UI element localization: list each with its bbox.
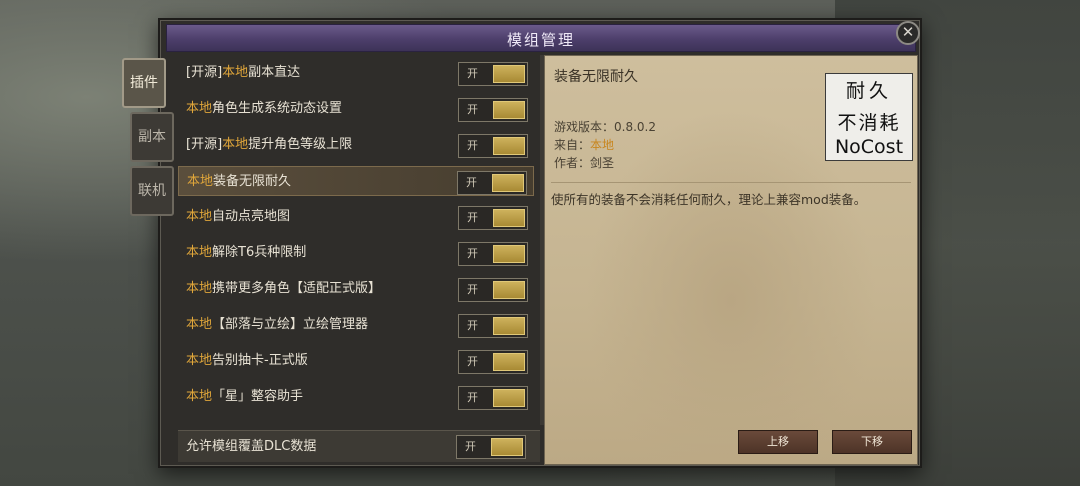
mod-source: 本地	[187, 174, 214, 189]
toggle-knob	[491, 438, 523, 456]
version-value: 0.8.0.2	[614, 120, 656, 134]
mod-row-0[interactable]: [开源]本地副本直达 开	[178, 58, 534, 88]
toggle-knob	[493, 101, 525, 119]
mod-toggle[interactable]: 开	[457, 171, 527, 195]
window-title: 模组管理	[506, 31, 575, 49]
toggle-label: 开	[467, 283, 478, 296]
mod-source: 本地	[186, 353, 213, 368]
toggle-knob	[493, 281, 525, 299]
mod-source: 本地	[186, 281, 213, 296]
toggle-label: 开	[467, 355, 478, 368]
toggle-label: 开	[467, 391, 478, 404]
mod-toggle[interactable]: 开	[458, 62, 528, 86]
mod-name: 携带更多角色【适配正式版】	[212, 281, 382, 296]
mod-name: 装备无限耐久	[213, 174, 292, 189]
mod-name: 「星」整容助手	[212, 389, 304, 404]
mod-name: 自动点亮地图	[212, 209, 291, 224]
mod-name: 解除T6兵种限制	[212, 245, 307, 260]
title-bar: 模组管理	[166, 24, 916, 52]
mod-toggle[interactable]: 开	[458, 134, 528, 158]
mod-toggle[interactable]: 开	[458, 98, 528, 122]
mod-detail-panel: 装备无限耐久 游戏版本：0.8.0.2 来自：本地 作者：剑圣 耐久 不消耗 N…	[544, 55, 918, 465]
mod-row-1[interactable]: 本地角色生成系统动态设置 开	[178, 94, 534, 124]
dlc-override-row: 允许模组覆盖DLC数据 开	[178, 430, 540, 462]
mod-row-5[interactable]: 本地解除T6兵种限制 开	[178, 238, 534, 268]
toggle-knob	[493, 137, 525, 155]
mod-source: 本地	[186, 209, 213, 224]
mod-name: 角色生成系统动态设置	[212, 101, 343, 116]
toggle-label: 开	[467, 67, 478, 80]
detail-description: 使所有的装备不会消耗任何耐久，理论上兼容mod装备。	[551, 182, 911, 208]
mod-source: 本地	[186, 317, 213, 332]
mod-row-2[interactable]: [开源]本地提升角色等级上限 开	[178, 130, 534, 160]
mod-source: 本地	[186, 245, 213, 260]
mod-name: 告别抽卡-正式版	[212, 353, 308, 368]
mod-row-6[interactable]: 本地携带更多角色【适配正式版】 开	[178, 274, 534, 304]
mod-source: 本地	[186, 389, 213, 404]
mod-list: [开源]本地副本直达 开 本地角色生成系统动态设置 开 [开源]本地提升角色等级…	[178, 55, 540, 425]
toggle-label: 开	[465, 440, 476, 453]
dlc-override-toggle[interactable]: 开	[456, 435, 526, 459]
toggle-label: 开	[467, 139, 478, 152]
dlc-override-label: 允许模组覆盖DLC数据	[186, 439, 317, 454]
thumbnail-line1: 耐久	[845, 80, 892, 102]
detail-author: 作者：剑圣	[554, 154, 614, 171]
detail-version: 游戏版本：0.8.0.2	[554, 118, 656, 135]
mod-source: 本地	[186, 101, 213, 116]
mod-row-7[interactable]: 本地【部落与立绘】立绘管理器 开	[178, 310, 534, 340]
toggle-label: 开	[467, 247, 478, 260]
toggle-knob	[493, 65, 525, 83]
mod-name: 【部落与立绘】立绘管理器	[212, 317, 369, 332]
mod-name: 副本直达	[248, 65, 301, 80]
move-down-button[interactable]: 下移	[832, 430, 912, 454]
mod-row-9[interactable]: 本地「星」整容助手 开	[178, 382, 534, 412]
version-label: 游戏版本：	[554, 120, 615, 134]
source-label: 来自：	[554, 138, 591, 152]
toggle-label: 开	[467, 211, 478, 224]
toggle-knob	[493, 245, 525, 263]
close-button[interactable]: ✕	[896, 21, 920, 45]
mod-source: 本地	[222, 65, 249, 80]
tab-dungeons[interactable]: 副本	[130, 112, 174, 162]
mod-toggle[interactable]: 开	[458, 278, 528, 302]
author-label: 作者：	[554, 156, 591, 170]
mod-thumbnail: 耐久 不消耗 NoCost	[825, 73, 913, 161]
toggle-knob	[493, 389, 525, 407]
mod-row-4[interactable]: 本地自动点亮地图 开	[178, 202, 534, 232]
mod-toggle[interactable]: 开	[458, 350, 528, 374]
toggle-knob	[493, 209, 525, 227]
toggle-label: 开	[466, 176, 477, 189]
mod-name: 提升角色等级上限	[248, 137, 353, 152]
mod-toggle[interactable]: 开	[458, 314, 528, 338]
mod-row-8[interactable]: 本地告别抽卡-正式版 开	[178, 346, 534, 376]
mod-toggle[interactable]: 开	[458, 386, 528, 410]
tab-multiplayer[interactable]: 联机	[130, 166, 174, 216]
thumbnail-line2: 不消耗	[837, 112, 901, 134]
toggle-knob	[493, 317, 525, 335]
mod-source: 本地	[222, 137, 249, 152]
mod-toggle[interactable]: 开	[458, 242, 528, 266]
thumbnail-line3: NoCost	[834, 136, 904, 158]
move-up-button[interactable]: 上移	[738, 430, 818, 454]
source-value: 本地	[590, 138, 615, 152]
toggle-label: 开	[467, 319, 478, 332]
toggle-knob	[493, 353, 525, 371]
mod-row-3[interactable]: 本地装备无限耐久 开	[178, 166, 534, 196]
author-value: 剑圣	[590, 156, 615, 170]
mod-toggle[interactable]: 开	[458, 206, 528, 230]
toggle-knob	[492, 174, 524, 192]
detail-source: 来自：本地	[554, 136, 614, 153]
mod-prefix: [开源]	[186, 65, 223, 80]
toggle-label: 开	[467, 103, 478, 116]
mod-prefix: [开源]	[186, 137, 223, 152]
tab-plugins[interactable]: 插件	[122, 58, 166, 108]
detail-title: 装备无限耐久	[554, 69, 638, 85]
